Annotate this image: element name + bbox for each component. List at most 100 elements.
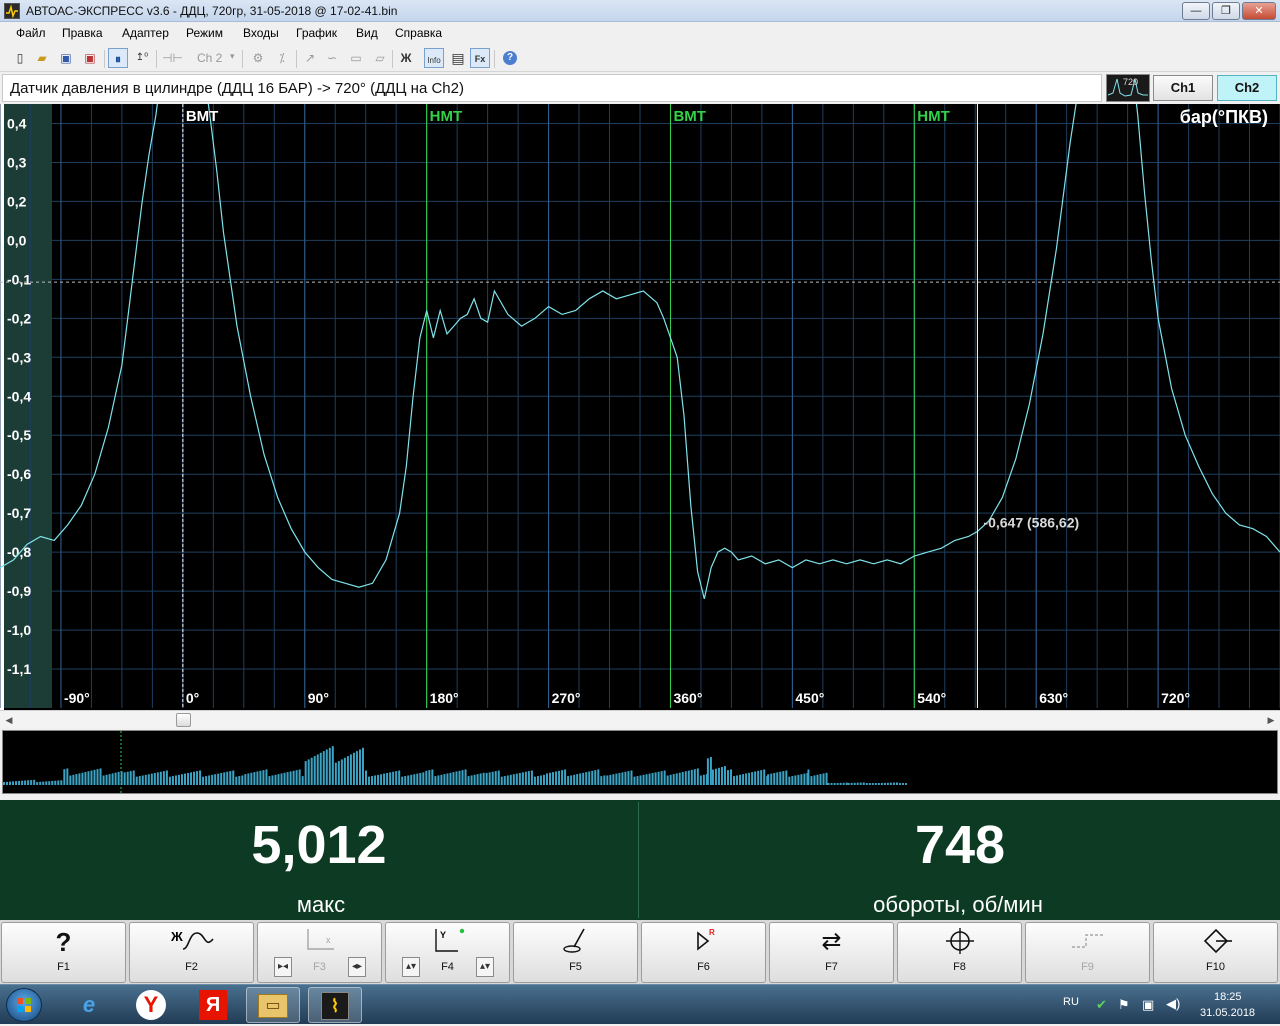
overview-bar <box>75 774 78 785</box>
overview-bar <box>830 783 833 785</box>
f7-button[interactable]: ⇄ F7 <box>769 922 894 983</box>
ch1-button[interactable]: Ch1 <box>1153 75 1213 101</box>
menu-mode[interactable]: Режим <box>186 26 223 40</box>
horizontal-scrollbar[interactable]: ◀ ▶ <box>0 710 1280 728</box>
chevron-down-icon[interactable]: ▾ <box>230 51 235 62</box>
yandex-browser-icon[interactable]: Y <box>124 987 178 1023</box>
channel-select[interactable]: Ch 2 <box>197 51 222 65</box>
overview-bar <box>416 773 419 785</box>
delete-icon[interactable]: ▣ <box>80 48 100 68</box>
waveform-chart[interactable]: ВМТ НМТ ВМТ НМТ 0,4 0,3 0,2 0,0 -0,1 -0,2 -0,3 -0,… <box>0 104 1280 710</box>
minimize-button[interactable]: — <box>1182 2 1210 20</box>
scroll-left-icon[interactable]: ◀ <box>2 713 16 727</box>
save-icon[interactable]: ▣ <box>56 48 76 68</box>
network-icon[interactable]: ▣ <box>1142 997 1154 1013</box>
overview-bar <box>138 776 141 785</box>
overview-bar <box>283 772 286 785</box>
menu-adapter[interactable]: Адаптер <box>122 26 169 40</box>
f4-up-icon[interactable]: ▴▾ <box>476 957 494 977</box>
filter-icon[interactable]: ⁒ <box>272 48 292 68</box>
overview-bar <box>612 774 615 785</box>
f10-button[interactable]: F10 <box>1153 922 1278 983</box>
security-icon[interactable]: ✔ <box>1096 997 1107 1013</box>
yandex-icon[interactable]: Я <box>186 987 240 1023</box>
overview-bar <box>871 783 874 785</box>
overview-bar <box>410 774 413 785</box>
overview-bar <box>72 774 75 785</box>
f1-button[interactable]: ? F1 <box>1 922 126 983</box>
start-button[interactable] <box>6 988 42 1022</box>
export-icon[interactable]: ▱ <box>370 48 390 68</box>
overview-strip[interactable] <box>2 730 1278 794</box>
overview-bar <box>727 770 729 785</box>
open-folder-icon[interactable]: ▰ <box>32 48 52 68</box>
overview-bar <box>816 774 819 785</box>
wave-icon[interactable]: ∽ <box>322 48 342 68</box>
help-icon[interactable]: ? <box>500 48 520 68</box>
info-icon[interactable]: Info <box>424 48 444 68</box>
pause-icon[interactable]: ⏸ <box>108 48 128 68</box>
scroll-right-icon[interactable]: ▶ <box>1264 713 1278 727</box>
language-indicator[interactable]: RU <box>1063 996 1079 1008</box>
zoom-icon[interactable]: ↗ <box>300 48 320 68</box>
f9-button[interactable]: F9 <box>1025 922 1150 983</box>
overview-bar <box>440 774 443 785</box>
overview-bar <box>618 772 621 785</box>
folder-icon[interactable]: ▭ <box>346 48 366 68</box>
overview-bar <box>144 774 147 785</box>
overview-bar <box>770 773 773 785</box>
overview-bar <box>687 770 690 785</box>
close-button[interactable]: ✕ <box>1242 2 1276 20</box>
overview-bar <box>352 752 355 785</box>
f3-button[interactable]: ▸◂ x F3 ◂▸ <box>257 922 382 983</box>
y-tick-label: 0,0 <box>7 232 27 248</box>
f8-button[interactable]: F8 <box>897 922 1022 983</box>
sync-icon[interactable]: ⚙ <box>248 48 268 68</box>
flag-icon[interactable]: ⚑ <box>1118 997 1130 1013</box>
y-axis-icon: Y <box>386 927 509 957</box>
menu-edit[interactable]: Правка <box>62 26 103 40</box>
menu-view[interactable]: Вид <box>356 26 378 40</box>
overview-bar <box>681 771 684 785</box>
new-file-icon[interactable]: ▯ <box>10 48 30 68</box>
ch2-button[interactable]: Ch2 <box>1217 75 1277 101</box>
clock-time[interactable]: 18:25 <box>1214 991 1242 1003</box>
clock-date[interactable]: 31.05.2018 <box>1200 1007 1255 1019</box>
mode-thumbnail[interactable]: 720 <box>1106 74 1150 102</box>
avtoas-icon[interactable]: ⌇ <box>308 987 362 1023</box>
oscilloscope-icon[interactable]: ▤ <box>448 48 468 68</box>
overview-bar <box>856 782 859 785</box>
pulse-icon[interactable]: ⊣⊢ <box>162 48 183 68</box>
f3-right-icon[interactable]: ◂▸ <box>348 957 366 977</box>
overview-bar <box>395 771 398 785</box>
overview-bar <box>491 771 494 785</box>
overview-bar <box>446 773 449 785</box>
menu-file[interactable]: Файл <box>16 26 46 40</box>
explorer-icon[interactable]: ▭ <box>246 987 300 1023</box>
menu-help[interactable]: Справка <box>395 26 442 40</box>
f6-button[interactable]: R F6 <box>641 922 766 983</box>
y-tick-label: 0,3 <box>7 154 27 170</box>
overview-bar <box>853 782 856 785</box>
f2-button[interactable]: Ж F2 <box>129 922 254 983</box>
overview-bar <box>322 751 325 785</box>
filter-fx-icon[interactable]: Fx <box>470 48 490 68</box>
ie-icon[interactable]: e <box>62 987 116 1023</box>
trigger-icon[interactable]: ↥⁰ <box>132 48 152 68</box>
scroll-thumb[interactable] <box>176 713 191 727</box>
f4-button[interactable]: ▴▾ Y F4 ▴▾ <box>385 922 510 983</box>
f5-button[interactable]: F5 <box>513 922 638 983</box>
volume-icon[interactable]: ◀) <box>1166 996 1180 1012</box>
overview-bar <box>177 774 180 785</box>
restore-button[interactable]: ❐ <box>1212 2 1240 20</box>
overview-bar <box>654 772 657 785</box>
overview-bar <box>205 776 208 785</box>
menu-chart[interactable]: График <box>296 26 337 40</box>
function-key-bar: ? F1 Ж F2 ▸◂ x F3 ◂▸ ▴▾ Y F4 ▴▾ F5 R F6 <box>0 920 1280 984</box>
menu-inputs[interactable]: Входы <box>243 26 279 40</box>
overview-bar <box>12 781 15 785</box>
overview-bar <box>361 747 364 785</box>
overview-bar <box>196 771 199 785</box>
zh-mode-button[interactable]: Ж <box>396 48 416 68</box>
svg-text:R: R <box>709 928 715 937</box>
